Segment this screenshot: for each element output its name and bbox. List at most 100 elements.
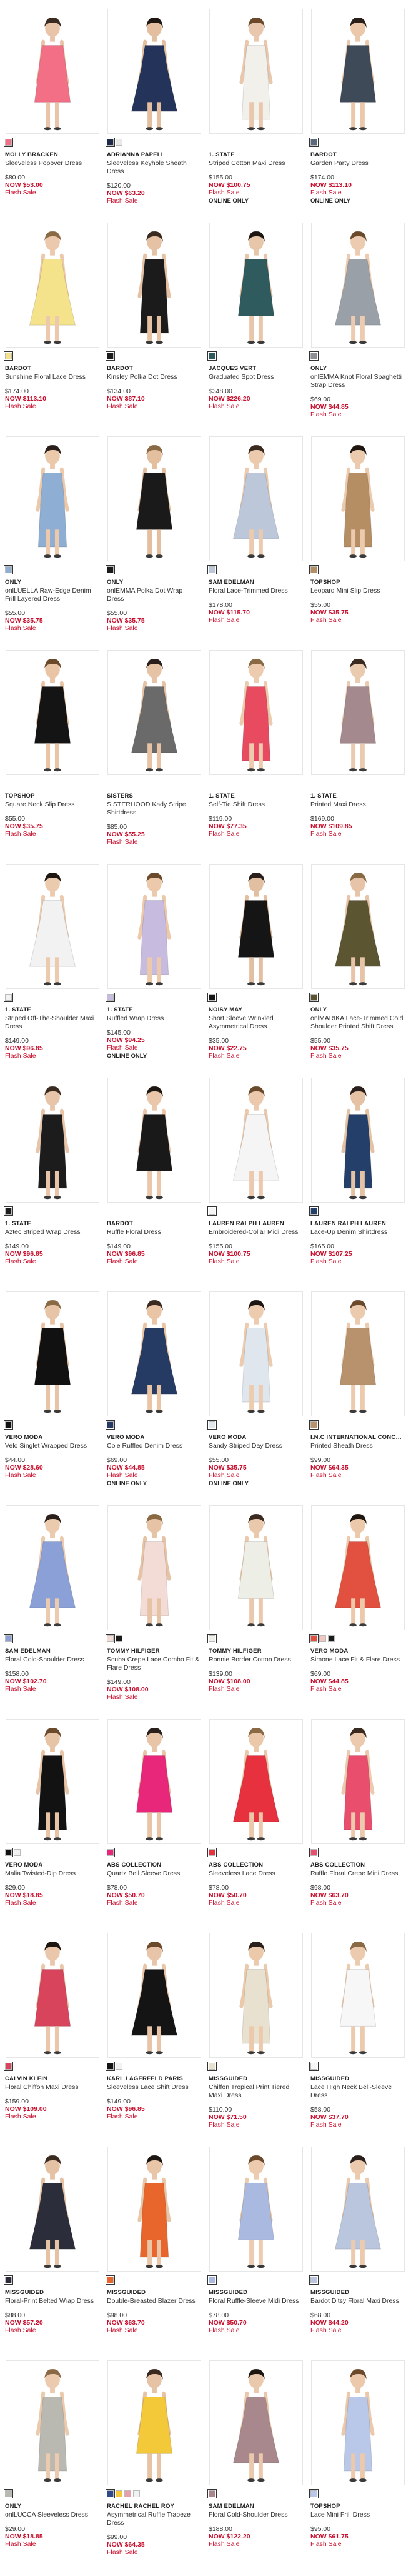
color-swatch[interactable] [319, 1635, 326, 1642]
color-swatch[interactable] [14, 1849, 21, 1856]
product-image[interactable] [209, 1933, 303, 2058]
color-swatch[interactable] [106, 2275, 115, 2285]
product-image[interactable] [310, 9, 405, 134]
product-card[interactable]: KARL LAGERFELD PARIS Sleeveless Lace Shif… [103, 1933, 205, 2148]
product-name-link[interactable]: Chiffon Tropical Print Tiered Maxi Dress [209, 2083, 303, 2100]
product-image[interactable] [209, 436, 303, 561]
product-name-link[interactable]: Floral Cold-Shoulder Dress [209, 2511, 303, 2519]
product-name-link[interactable]: Floral Lace-Trimmed Dress [209, 587, 303, 595]
product-image[interactable] [107, 864, 201, 989]
product-card[interactable]: ABS COLLECTION Ruffle Floral Crepe Mini D… [307, 1719, 406, 1935]
product-name-link[interactable]: Ruffled Wrap Dress [107, 1015, 201, 1023]
product-card[interactable]: MISSGUIDED Bardot Ditsy Floral Maxi Dress… [307, 2147, 406, 2362]
product-name-link[interactable]: Velo Singlet Wrapped Dress [5, 1442, 99, 1450]
product-image[interactable] [5, 1078, 99, 1203]
product-image[interactable] [107, 2147, 201, 2272]
product-card[interactable]: NOISY MAY Short Sleeve Wrinkled Asymmetri… [205, 864, 307, 1080]
color-swatch[interactable] [207, 2275, 217, 2285]
product-name-link[interactable]: Lace Mini Frill Dress [310, 2511, 405, 2519]
product-name-link[interactable]: Kinsley Polka Dot Dress [107, 373, 201, 381]
color-swatch[interactable] [309, 2489, 319, 2498]
product-card[interactable]: ADRIANNA PAPELL Sleeveless Keyhole Sheath… [103, 9, 205, 224]
product-name-link[interactable]: onlEMMA Polka Dot Wrap Dress [107, 587, 201, 603]
product-card[interactable]: MISSGUIDED Lace High Neck Bell-Sleeve Dre… [307, 1933, 406, 2148]
color-swatch[interactable] [106, 1634, 115, 1643]
product-card[interactable]: BARDOT Sunshine Floral Lace Dress $174.00 N… [1, 223, 103, 438]
product-name-link[interactable]: Short Sleeve Wrinkled Asymmetrical Dress [209, 1015, 303, 1031]
color-swatch[interactable] [106, 1848, 115, 1857]
product-name-link[interactable]: Floral Chiffon Maxi Dress [5, 2083, 99, 2092]
product-name-link[interactable]: onlLUELLA Raw-Edge Denim Frill Layered D… [5, 587, 99, 603]
color-swatch[interactable] [207, 1848, 217, 1857]
product-card[interactable]: I.N.C INTERNATIONAL CONCEPTS Printed Shea… [307, 1291, 406, 1507]
product-image[interactable] [5, 2360, 99, 2485]
product-name-link[interactable]: Lace-Up Denim Shirtdress [310, 1228, 405, 1236]
product-card[interactable]: 1. STATE Aztec Striped Wrap Dress $149.00 N… [1, 1078, 103, 1293]
product-card[interactable]: ONLY onlLUELLA Raw-Edge Denim Frill Layer… [1, 436, 103, 652]
product-name-link[interactable]: Floral Ruffle-Sleeve Midi Dress [209, 2297, 303, 2305]
color-swatch[interactable] [4, 138, 13, 147]
product-card[interactable]: BARDOT Kinsley Polka Dot Dress $134.00 NOW … [103, 223, 205, 438]
product-image[interactable] [310, 1078, 405, 1203]
color-swatch[interactable] [4, 351, 13, 361]
product-card[interactable]: ONLY onlLUCCA Sleeveless Dress $29.00 NOW $… [1, 2360, 103, 2576]
product-card[interactable]: ABS COLLECTION Quartz Bell Sleeve Dress $7… [103, 1719, 205, 1935]
color-swatch[interactable] [4, 1420, 13, 1430]
product-card[interactable]: 1. STATE Striped Off-The-Shoulder Maxi Dr… [1, 864, 103, 1080]
color-swatch[interactable] [4, 565, 13, 574]
product-image[interactable] [209, 223, 303, 348]
product-name-link[interactable]: onlLUCCA Sleeveless Dress [5, 2511, 99, 2519]
color-swatch[interactable] [124, 2490, 131, 2497]
color-swatch[interactable] [116, 139, 122, 146]
product-name-link[interactable]: Garden Party Dress [310, 159, 405, 168]
color-swatch[interactable] [207, 1420, 217, 1430]
product-card[interactable]: ONLY onlEMMA Knot Floral Spaghetti Strap … [307, 223, 406, 438]
color-swatch[interactable] [116, 2063, 122, 2070]
product-name-link[interactable]: Sleeveless Keyhole Sheath Dress [107, 159, 201, 176]
product-name-link[interactable]: Double-Breasted Blazer Dress [107, 2297, 201, 2305]
product-image[interactable] [209, 650, 303, 775]
product-name-link[interactable]: Bardot Ditsy Floral Maxi Dress [310, 2297, 405, 2305]
product-image[interactable] [107, 1291, 201, 1416]
product-image[interactable] [209, 2360, 303, 2485]
product-image[interactable] [209, 9, 303, 134]
color-swatch[interactable] [309, 993, 319, 1002]
product-card[interactable]: TOPSHOP Square Neck Slip Dress $55.00 NOW $… [1, 650, 103, 866]
product-image[interactable] [5, 1933, 99, 2058]
product-card[interactable]: SAM EDELMAN Floral Lace-Trimmed Dress $178… [205, 436, 307, 652]
color-swatch[interactable] [309, 138, 319, 147]
product-image[interactable] [310, 2360, 405, 2485]
product-card[interactable]: MISSGUIDED Chiffon Tropical Print Tiered … [205, 1933, 307, 2148]
color-swatch[interactable] [309, 1206, 319, 1216]
product-image[interactable] [107, 650, 201, 775]
product-name-link[interactable]: Lace High Neck Bell-Sleeve Dress [310, 2083, 405, 2100]
product-name-link[interactable]: Sleeveless Popover Dress [5, 159, 99, 168]
product-name-link[interactable]: Asymmetrical Ruffle Trapeze Dress [107, 2511, 201, 2527]
product-card[interactable]: BARDOT Ruffle Floral Dress $149.00 NOW $96.… [103, 1078, 205, 1293]
product-card[interactable]: LAUREN RALPH LAUREN Embroidered-Collar Mi… [205, 1078, 307, 1293]
color-swatch[interactable] [106, 138, 115, 147]
color-swatch[interactable] [309, 2062, 319, 2071]
product-card[interactable]: MISSGUIDED Floral Ruffle-Sleeve Midi Dres… [205, 2147, 307, 2362]
color-swatch[interactable] [309, 1634, 319, 1643]
product-name-link[interactable]: Aztec Striped Wrap Dress [5, 1228, 99, 1236]
product-name-link[interactable]: Malia Twisted-Dip Dress [5, 1870, 99, 1878]
product-card[interactable]: MISSGUIDED Floral-Print Belted Wrap Dress… [1, 2147, 103, 2362]
product-name-link[interactable]: Sleeveless Lace Shift Dress [107, 2083, 201, 2092]
product-image[interactable] [5, 9, 99, 134]
color-swatch[interactable] [207, 565, 217, 574]
product-image[interactable] [107, 1719, 201, 1844]
color-swatch[interactable] [4, 2489, 13, 2498]
product-name-link[interactable]: Scuba Crepe Lace Combo Fit & Flare Dress [107, 1656, 201, 1672]
color-swatch[interactable] [309, 1848, 319, 1857]
product-image[interactable] [5, 2147, 99, 2272]
product-card[interactable]: LAUREN RALPH LAUREN Lace-Up Denim Shirtdr… [307, 1078, 406, 1293]
product-card[interactable]: VERO MODA Simone Lace Fit & Flare Dress $6… [307, 1505, 406, 1721]
product-image[interactable] [209, 2147, 303, 2272]
product-name-link[interactable]: Floral Cold-Shoulder Dress [5, 1656, 99, 1664]
color-swatch[interactable] [106, 2489, 115, 2498]
product-image[interactable] [310, 436, 405, 561]
product-image[interactable] [310, 1933, 405, 2058]
product-name-link[interactable]: Striped Cotton Maxi Dress [209, 159, 303, 168]
product-image[interactable] [209, 1078, 303, 1203]
